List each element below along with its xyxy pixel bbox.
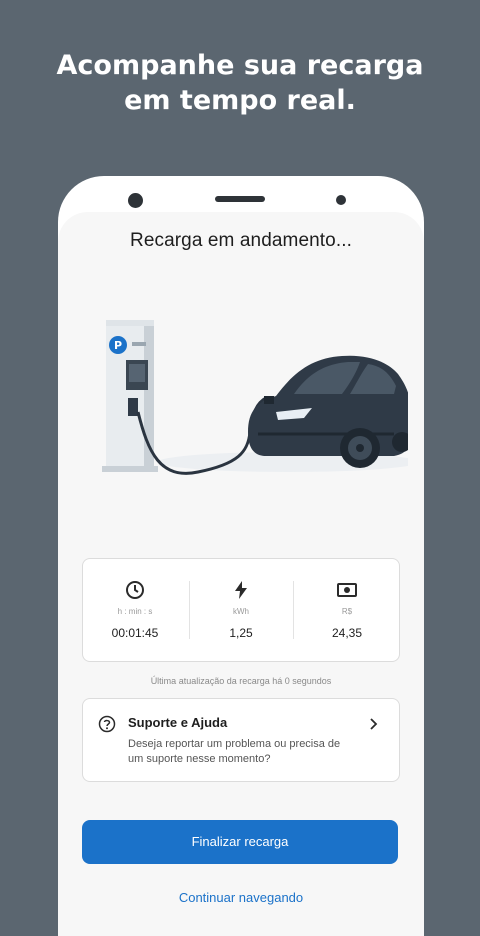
- app-screen: Recarga em andamento... P h: min: s 00…: [58, 212, 424, 936]
- headline-line-2: em tempo real.: [124, 85, 356, 116]
- stat-cost-value: 24,35: [331, 626, 363, 640]
- charging-stats-card: h : min : s 00:01:45 kWh 1,25 R$ 24,35: [82, 558, 400, 662]
- last-update-text: Última atualização da recarga há 0 segun…: [150, 676, 332, 686]
- stat-cost-unit: R$: [341, 607, 353, 616]
- earpiece-speaker: [215, 196, 265, 202]
- stats-divider: [293, 581, 294, 639]
- stat-energy: kWh 1,25: [189, 559, 293, 661]
- front-camera: [128, 193, 143, 208]
- stat-time: h : min : s 00:01:45: [83, 559, 187, 661]
- phone-frame: Recarga em andamento... P h: min: s 00…: [58, 176, 424, 936]
- proximity-sensor: [336, 195, 346, 205]
- headline-line-1: Acompanhe sua recarga: [56, 50, 424, 81]
- stat-time-value: 00:01:45: [111, 626, 159, 640]
- stat-time-unit: h : min : s: [117, 607, 153, 616]
- stat-cost: R$ 24,35: [295, 559, 399, 661]
- chevron-right-icon: [370, 718, 378, 730]
- continue-browsing-link[interactable]: Continuar navegando: [58, 890, 424, 905]
- money-icon: [337, 583, 357, 597]
- finish-charging-button[interactable]: Finalizar recarga: [82, 820, 398, 864]
- charging-car-illustration: P: [102, 320, 408, 475]
- support-title: Suporte e Ajuda: [128, 715, 228, 730]
- lightning-icon: [235, 581, 247, 599]
- svg-text:P: P: [114, 339, 122, 352]
- question-icon: [98, 715, 116, 733]
- support-description: Deseja reportar um problema ou precisa d…: [128, 738, 341, 765]
- clock-icon: [126, 581, 144, 599]
- promo-headline: Acompanhe sua recarga em tempo real.: [0, 48, 480, 118]
- page-title: Recarga em andamento...: [130, 230, 352, 251]
- stat-energy-unit: kWh: [233, 607, 249, 616]
- support-card[interactable]: Suporte e Ajuda Deseja reportar um probl…: [82, 698, 400, 782]
- stat-energy-value: 1,25: [229, 626, 253, 640]
